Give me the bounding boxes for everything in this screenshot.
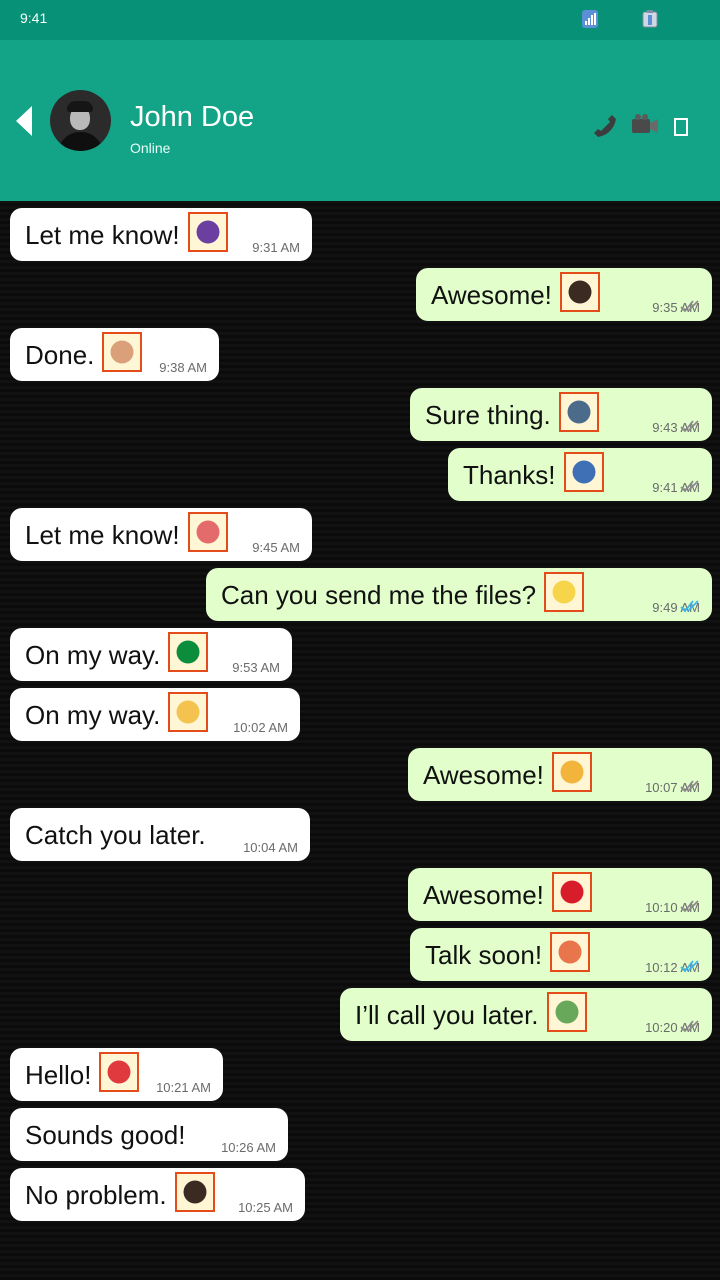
message-time: 10:25 AM [238,1200,293,1215]
person-in-tuxedo-emoji [552,872,592,912]
incoming-message-bubble[interactable]: Catch you later. 10:04 AM [10,808,310,861]
flag-kuwait-emoji [168,632,208,672]
technologist-emoji [559,392,599,432]
drop-of-blood-emoji [550,932,590,972]
delivered-ticks-icon [680,420,699,433]
ninja-emoji [188,212,228,252]
message-text: Talk soon! [425,940,543,970]
family-emoji [552,752,592,792]
incoming-message-bubble[interactable]: On my way. 10:02 AM [10,688,300,741]
flag-peru-emoji [175,1172,215,1212]
health-worker-emoji [560,272,600,312]
couple-with-heart-emoji [188,512,228,552]
message-time: 10:21 AM [156,1080,211,1095]
outgoing-message-bubble[interactable]: Awesome! 10:07 AM [408,748,712,801]
incoming-message-bubble[interactable]: Let me know! 9:31 AM [10,208,312,261]
incoming-message-bubble[interactable]: Let me know! 9:45 AM [10,508,312,561]
video-call-icon[interactable] [630,110,660,140]
message-text: Catch you later. [25,820,206,850]
hairdresser-emoji [168,692,208,732]
incoming-message-bubble[interactable]: No problem. 10:25 AM [10,1168,305,1221]
incoming-message-bubble[interactable]: On my way. 9:53 AM [10,628,292,681]
face-with-medical-mask-emoji [544,572,584,612]
status-time: 9:41 [20,10,48,26]
incoming-message-bubble[interactable]: Sounds good! 10:26 AM [10,1108,288,1161]
outgoing-message-bubble[interactable]: Thanks! 9:41 AM [448,448,712,501]
message-time: 9:45 AM [252,540,300,555]
message-text: Let me know! [25,520,180,550]
outgoing-message-bubble[interactable]: Awesome! 9:35 AM [416,268,712,321]
message-text: No problem. [25,1180,167,1210]
contact-name[interactable]: John Doe [130,100,254,134]
message-time: 10:02 AM [233,720,288,735]
message-text: Hello! [25,1060,92,1090]
message-time: 9:38 AM [159,360,207,375]
person-bouncing-ball-emoji [547,992,587,1032]
incoming-message-bubble[interactable]: Hello! 10:21 AM [10,1048,223,1101]
delivered-ticks-icon [680,1020,699,1033]
chat-header: John Doe Online [0,40,720,201]
outgoing-message-bubble[interactable]: Awesome! 10:10 AM [408,868,712,921]
outgoing-message-bubble[interactable]: Sure thing. 9:43 AM [410,388,712,441]
message-text: Awesome! [423,760,544,790]
battery-icon [642,10,658,28]
contact-status: Online [130,140,171,156]
message-text: Thanks! [463,460,556,490]
delivered-ticks-icon [680,300,699,313]
message-text: Sounds good! [25,1120,186,1150]
back-button[interactable] [12,104,36,138]
message-text: Awesome! [431,280,552,310]
status-bar: 9:41 [0,0,720,40]
avatar[interactable] [50,90,111,151]
message-text: Can you send me the files? [221,580,537,610]
outgoing-message-bubble[interactable]: Talk soon! 10:12 AM [410,928,712,981]
outgoing-message-bubble[interactable]: Can you send me the files? 9:49 AM [206,568,712,621]
message-text: On my way. [25,700,161,730]
incoming-message-bubble[interactable]: Done. 9:38 AM [10,328,219,381]
person-in-steamy-room-emoji [102,332,142,372]
delivered-ticks-icon [680,900,699,913]
person-playing-handball-emoji [99,1052,139,1092]
phone-icon[interactable] [590,110,620,140]
message-text: Sure thing. [425,400,551,430]
read-ticks-icon [680,600,699,613]
message-text: Done. [25,340,95,370]
signal-icon [582,10,598,28]
read-ticks-icon [680,960,699,973]
message-text: Awesome! [423,880,544,910]
message-text: I’ll call you later. [355,1000,539,1030]
more-options-icon[interactable] [674,118,688,136]
message-time: 9:53 AM [232,660,280,675]
outgoing-message-bubble[interactable]: I’ll call you later. 10:20 AM [340,988,712,1041]
chat-area: Let me know! 9:31 AM Awesome! 9:35 AM Done. 9… [0,201,720,1280]
message-time: 9:31 AM [252,240,300,255]
delivered-ticks-icon [680,780,699,793]
motorized-wheelchair-person-emoji [564,452,604,492]
message-text: Let me know! [25,220,180,250]
message-time: 10:04 AM [243,840,298,855]
message-time: 10:26 AM [221,1140,276,1155]
delivered-ticks-icon [680,480,699,493]
message-text: On my way. [25,640,161,670]
